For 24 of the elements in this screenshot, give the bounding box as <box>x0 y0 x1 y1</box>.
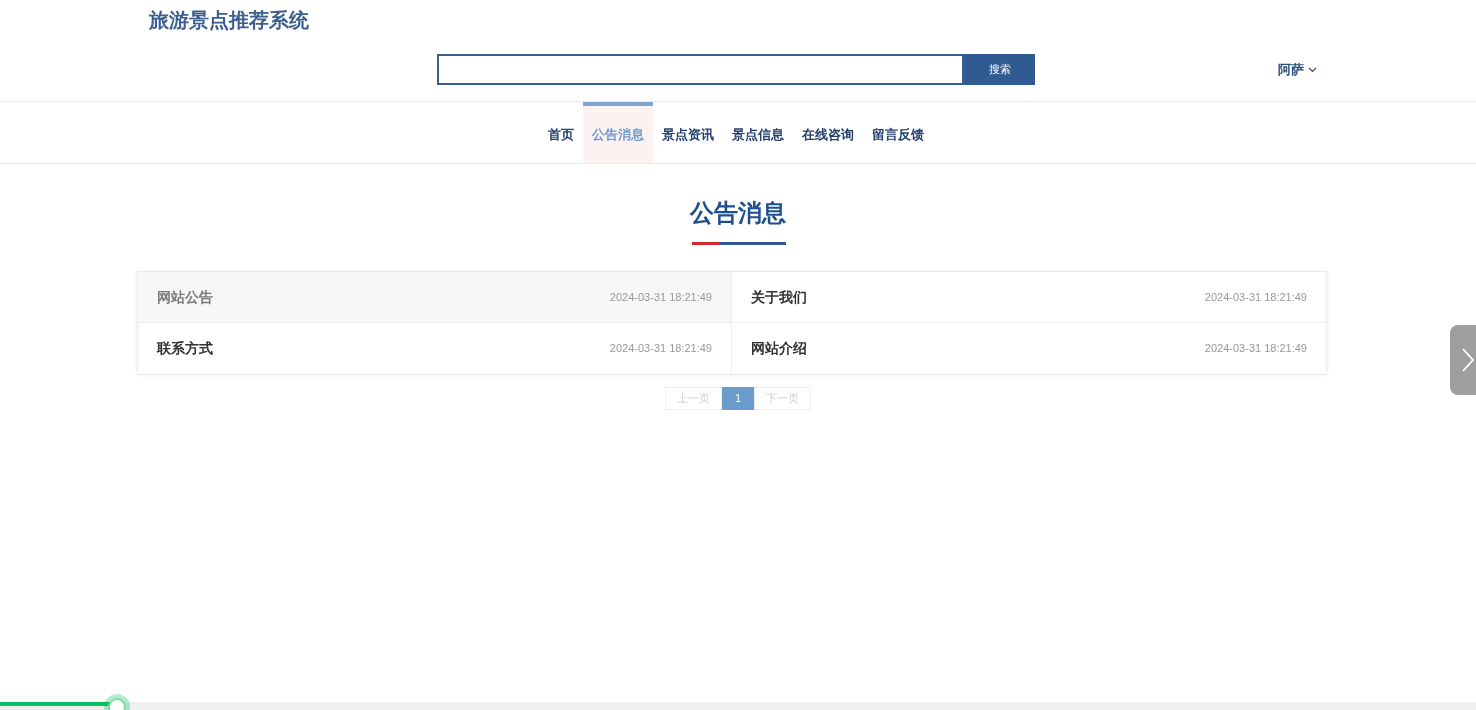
notice-time: 2024-03-31 18:21:49 <box>609 341 712 357</box>
nav-tab[interactable]: 留言反馈 <box>863 102 933 163</box>
notice-item[interactable]: 网站公告 2024-03-31 18:21:49 <box>138 272 732 323</box>
site-title: 旅游景点推荐系统 <box>149 8 309 33</box>
nav-tab[interactable]: 景点信息 <box>723 102 793 163</box>
chevron-right-icon <box>1462 348 1474 372</box>
notice-time: 2024-03-31 18:21:49 <box>609 289 712 305</box>
section-heading: 公告消息 <box>690 198 786 228</box>
search-button[interactable]: 搜索 <box>964 54 1035 85</box>
nav-tab[interactable]: 景点资讯 <box>653 102 723 163</box>
notice-title: 网站公告 <box>157 287 213 307</box>
user-menu[interactable]: 阿萨 <box>1278 60 1317 80</box>
notice-time: 2024-03-31 18:21:49 <box>1204 341 1307 357</box>
notice-title: 联系方式 <box>157 339 213 358</box>
notice-title: 网站介绍 <box>751 339 807 358</box>
search-field[interactable] <box>437 54 964 85</box>
nav-tab[interactable]: 在线咨询 <box>793 102 863 163</box>
notice-time: 2024-03-31 18:21:49 <box>1204 289 1307 305</box>
notice-title: 关于我们 <box>751 287 807 307</box>
chevron-down-icon <box>1308 66 1317 73</box>
notice-item[interactable]: 网站介绍 2024-03-31 18:21:49 <box>732 323 1326 374</box>
notice-item[interactable]: 关于我们 2024-03-31 18:21:49 <box>732 272 1326 323</box>
notice-item[interactable]: 联系方式 2024-03-31 18:21:49 <box>138 323 732 374</box>
nav-tab[interactable]: 首页 <box>539 102 583 163</box>
